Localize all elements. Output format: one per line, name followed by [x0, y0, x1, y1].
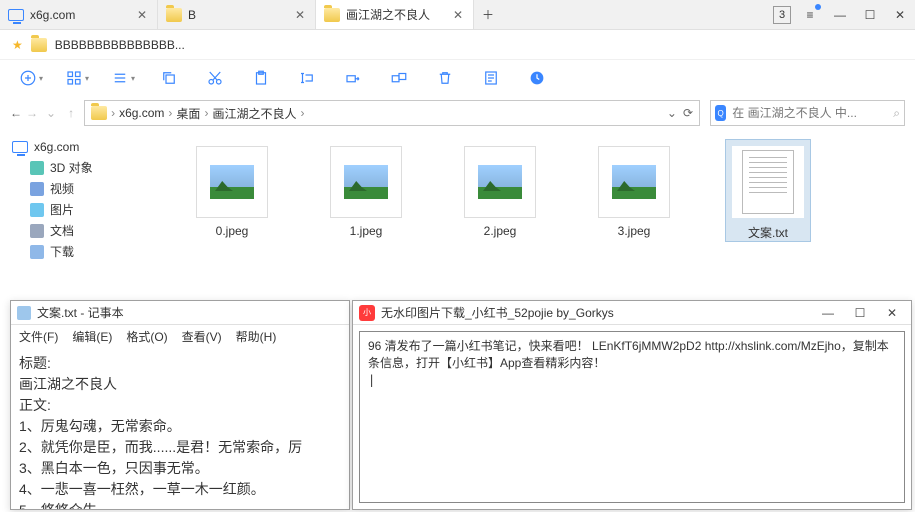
notepad-title: 文案.txt - 记事本: [37, 304, 124, 321]
file-item[interactable]: 3.jpeg: [592, 140, 676, 238]
app-titlebar[interactable]: 小 无水印图片下载_小红书_52pojie by_Gorkys ― ☐ ✕: [353, 301, 911, 325]
tree-doc[interactable]: 文档: [4, 220, 166, 241]
new-tab-button[interactable]: ＋: [474, 0, 502, 29]
star-icon[interactable]: ★: [12, 38, 23, 52]
file-item[interactable]: 1.jpeg: [324, 140, 408, 238]
menu-format[interactable]: 格式(O): [126, 328, 167, 345]
close-icon[interactable]: ✕: [451, 8, 465, 22]
address-row: ← → ⌄ ↑ › x6g.com › 桌面 › 画江湖之不良人 › ⌄⟳ Q …: [0, 96, 915, 130]
notepad-titlebar[interactable]: 文案.txt - 记事本: [11, 301, 349, 325]
maximize-button[interactable]: ☐: [855, 0, 885, 30]
tab-label: 画江湖之不良人: [346, 6, 445, 23]
tab-b[interactable]: B ✕: [158, 0, 316, 29]
maximize-button[interactable]: ☐: [847, 302, 873, 324]
menu-icon[interactable]: ≡: [795, 0, 825, 30]
dropdown-history-button[interactable]: ⌄: [46, 106, 56, 120]
window-controls: 3 ≡ ― ☐ ✕: [773, 0, 915, 29]
search-icon: Q: [715, 105, 726, 121]
doc-icon: [30, 224, 44, 238]
file-item-selected[interactable]: 文案.txt: [726, 140, 810, 241]
app-title: 无水印图片下载_小红书_52pojie by_Gorkys: [381, 304, 614, 321]
menu-file[interactable]: 文件(F): [19, 328, 58, 345]
image-thumb: [464, 146, 536, 218]
menu-help[interactable]: 帮助(H): [236, 328, 277, 345]
folder-icon: [166, 8, 182, 22]
folder-icon: [91, 106, 107, 120]
bookmark-item[interactable]: BBBBBBBBBBBBBBB...: [55, 38, 185, 52]
toolbar: ▾ ▾ ▾: [0, 60, 915, 96]
close-icon[interactable]: ✕: [293, 8, 307, 22]
path-dropdown[interactable]: ⌄: [667, 106, 677, 120]
text-thumb: [732, 146, 804, 218]
search-go-icon[interactable]: ⌕: [893, 106, 900, 121]
tree-3d[interactable]: 3D 对象: [4, 157, 166, 178]
search-input[interactable]: [732, 106, 887, 120]
tab-count-badge[interactable]: 3: [773, 6, 791, 24]
back-button[interactable]: ←: [10, 106, 22, 120]
notepad-window: 文案.txt - 记事本 文件(F) 编辑(E) 格式(O) 查看(V) 帮助(…: [10, 300, 350, 510]
download-icon: [30, 245, 44, 259]
cut-button[interactable]: [192, 60, 238, 96]
app-textarea[interactable]: 96 清发布了一篇小红书笔记，快来看吧！ LEnKfT6jMMW2pD2 htt…: [359, 331, 905, 503]
bookmarks-bar: ★ BBBBBBBBBBBBBBB...: [0, 30, 915, 60]
tree-root[interactable]: x6g.com: [4, 136, 166, 157]
tab-active[interactable]: 画江湖之不良人 ✕: [316, 0, 474, 29]
app-window: 小 无水印图片下载_小红书_52pojie by_Gorkys ― ☐ ✕ 96…: [352, 300, 912, 510]
folder-icon: [31, 38, 47, 52]
notepad-menu: 文件(F) 编辑(E) 格式(O) 查看(V) 帮助(H): [11, 325, 349, 347]
sort-button[interactable]: ▾: [100, 60, 146, 96]
close-icon[interactable]: ✕: [135, 8, 149, 22]
image-thumb: [598, 146, 670, 218]
notepad-body[interactable]: 标题: 画江湖之不良人 正文: 1、厉鬼勾魂，无常索命。 2、就凭你是臣，而我.…: [11, 347, 349, 509]
properties-button[interactable]: [468, 60, 514, 96]
crumb[interactable]: 画江湖之不良人: [212, 105, 296, 122]
cube-icon: [30, 161, 44, 175]
tree-video[interactable]: 视频: [4, 178, 166, 199]
forward-button[interactable]: →: [26, 106, 38, 120]
monitor-icon: [12, 141, 28, 153]
minimize-button[interactable]: ―: [825, 0, 855, 30]
copy-to-button[interactable]: [376, 60, 422, 96]
tab-strip: x6g.com ✕ B ✕ 画江湖之不良人 ✕ ＋ 3 ≡ ― ☐ ✕: [0, 0, 915, 30]
folder-icon: [324, 8, 340, 22]
crumb[interactable]: x6g.com: [119, 106, 164, 120]
new-button[interactable]: ▾: [8, 60, 54, 96]
breadcrumb[interactable]: › x6g.com › 桌面 › 画江湖之不良人 › ⌄⟳: [84, 100, 700, 126]
crumb[interactable]: 桌面: [176, 105, 200, 122]
tree-download[interactable]: 下载: [4, 241, 166, 262]
minimize-button[interactable]: ―: [815, 302, 841, 324]
tab-x6g[interactable]: x6g.com ✕: [0, 0, 158, 29]
tab-label: B: [188, 8, 287, 22]
search-box[interactable]: Q ⌕: [710, 100, 905, 126]
paste-button[interactable]: [238, 60, 284, 96]
app-icon: 小: [359, 305, 375, 321]
video-icon: [30, 182, 44, 196]
tab-label: x6g.com: [30, 8, 129, 22]
history-button[interactable]: [514, 60, 560, 96]
image-icon: [30, 203, 44, 217]
monitor-icon: [8, 9, 24, 21]
up-button[interactable]: ↑: [68, 106, 74, 120]
nav-arrows: ← → ⌄ ↑: [10, 106, 74, 120]
image-thumb: [196, 146, 268, 218]
close-button[interactable]: ✕: [885, 0, 915, 30]
copy-button[interactable]: [146, 60, 192, 96]
move-button[interactable]: [330, 60, 376, 96]
file-item[interactable]: 2.jpeg: [458, 140, 542, 238]
tree-image[interactable]: 图片: [4, 199, 166, 220]
close-button[interactable]: ✕: [879, 302, 905, 324]
rename-button[interactable]: [284, 60, 330, 96]
notepad-icon: [17, 306, 31, 320]
refresh-button[interactable]: ⟳: [683, 106, 693, 120]
view-button[interactable]: ▾: [54, 60, 100, 96]
image-thumb: [330, 146, 402, 218]
delete-button[interactable]: [422, 60, 468, 96]
menu-view[interactable]: 查看(V): [182, 328, 222, 345]
file-item[interactable]: 0.jpeg: [190, 140, 274, 238]
menu-edit[interactable]: 编辑(E): [72, 328, 112, 345]
